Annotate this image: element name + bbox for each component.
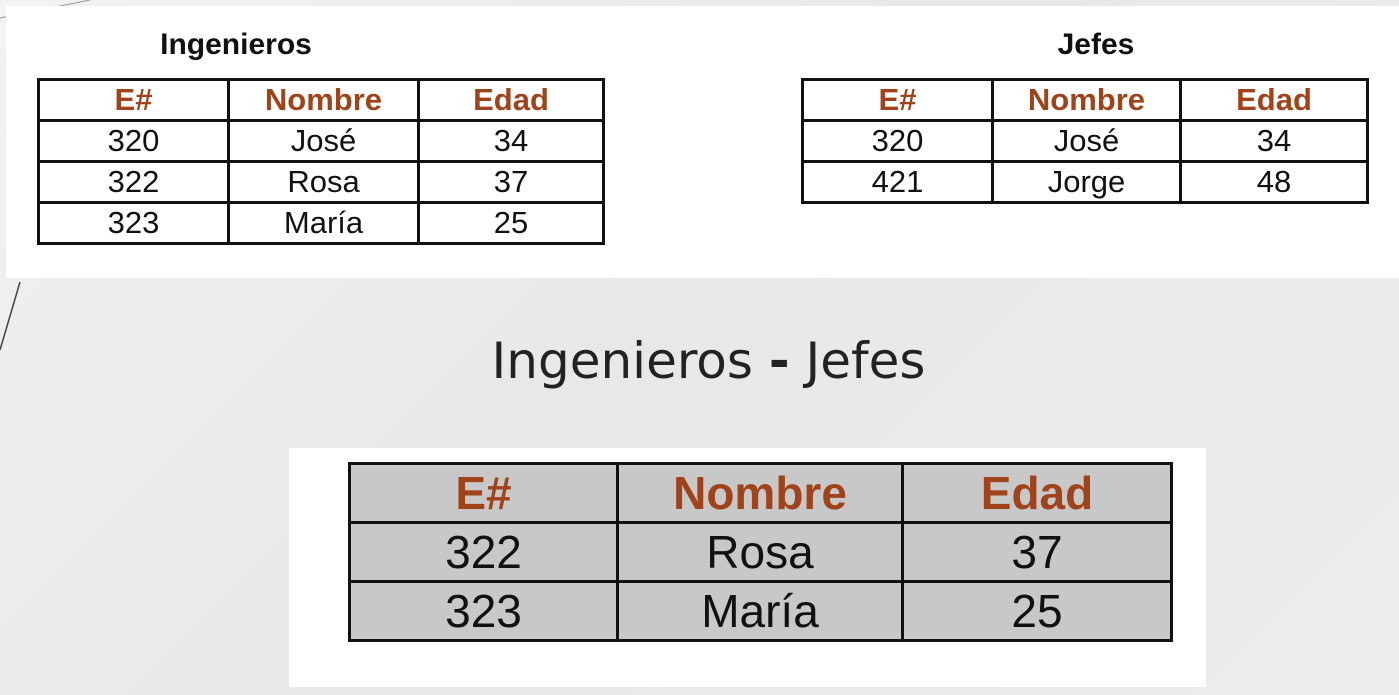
cell-name: María (227, 201, 420, 245)
cell-age: 34 (1179, 119, 1369, 163)
source-tables-panel: Ingenieros E# Nombre Edad 320 José 34 32… (6, 6, 1399, 278)
cell-age: 37 (417, 160, 605, 204)
operation-title: Ingenieros - Jefes (0, 332, 1399, 390)
cell-age: 37 (901, 521, 1173, 583)
cell-name: Rosa (227, 160, 420, 204)
cell-name: Jorge (991, 160, 1182, 204)
column-header: Edad (417, 78, 605, 122)
table-row: 320 José 34 (801, 119, 1369, 163)
result-table-panel: E# Nombre Edad 322 Rosa 37 323 María 25 (289, 448, 1206, 687)
cell-name: José (991, 119, 1182, 163)
cell-name: José (227, 119, 420, 163)
table-row: 322 Rosa 37 (348, 521, 1173, 583)
jefes-caption: Jefes (1057, 28, 1135, 61)
column-header: E# (348, 462, 619, 524)
cell-age: 48 (1179, 160, 1369, 204)
table-row: 320 José 34 (37, 119, 605, 163)
column-header: Edad (901, 462, 1173, 524)
cell-id: 320 (801, 119, 994, 163)
cell-id: 322 (348, 521, 619, 583)
cell-id: 323 (37, 201, 230, 245)
cell-age: 34 (417, 119, 605, 163)
column-header: E# (801, 78, 994, 122)
cell-id: 320 (37, 119, 230, 163)
cell-id: 323 (348, 580, 619, 642)
result-table: E# Nombre Edad 322 Rosa 37 323 María 25 (348, 462, 1173, 642)
column-header: Nombre (991, 78, 1182, 122)
ingenieros-table: E# Nombre Edad 320 José 34 322 Rosa 37 3… (37, 78, 605, 245)
column-header: Nombre (227, 78, 420, 122)
cell-name: María (616, 580, 904, 642)
operation-right-operand: Jefes (805, 332, 926, 390)
cell-age: 25 (901, 580, 1173, 642)
cell-age: 25 (417, 201, 605, 245)
operation-left-operand: Ingenieros (491, 332, 753, 390)
ingenieros-caption: Ingenieros (160, 28, 312, 61)
table-row: 421 Jorge 48 (801, 160, 1369, 204)
cell-name: Rosa (616, 521, 904, 583)
cell-id: 322 (37, 160, 230, 204)
table-row: 322 Rosa 37 (37, 160, 605, 204)
cell-id: 421 (801, 160, 994, 204)
table-header-row: E# Nombre Edad (801, 78, 1369, 122)
table-header-row: E# Nombre Edad (348, 462, 1173, 524)
jefes-table: E# Nombre Edad 320 José 34 421 Jorge 48 (801, 78, 1369, 204)
column-header: E# (37, 78, 230, 122)
table-row: 323 María 25 (37, 201, 605, 245)
column-header: Nombre (616, 462, 904, 524)
minus-operator: - (768, 332, 790, 390)
table-row: 323 María 25 (348, 580, 1173, 642)
table-header-row: E# Nombre Edad (37, 78, 605, 122)
column-header: Edad (1179, 78, 1369, 122)
